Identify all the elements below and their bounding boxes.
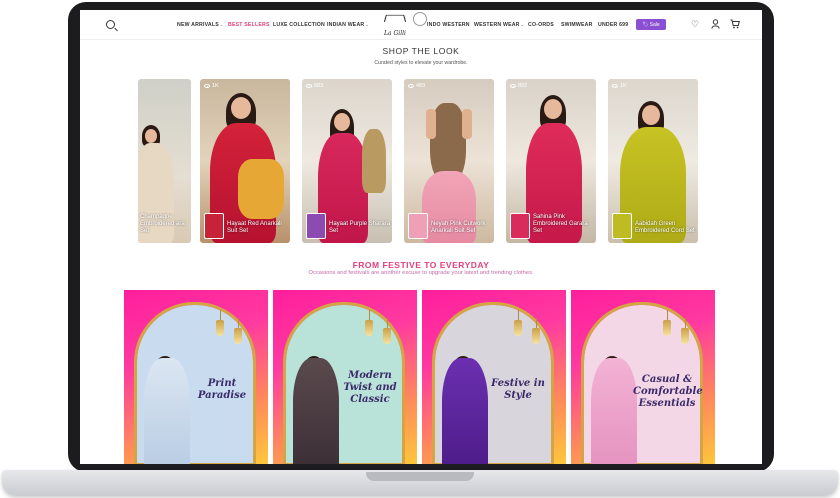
cart-icon[interactable]: [730, 19, 740, 29]
heart-icon[interactable]: ♡: [690, 19, 700, 29]
reel-card[interactable]: 1K Hayaat Red Anarkali Suit Set: [200, 79, 290, 243]
site-header: NEW ARRIVALS⌄ BEST SELLERS LUXE COLLECTI…: [80, 10, 762, 40]
view-count: 483: [408, 83, 425, 89]
lantern-icon: [383, 318, 391, 344]
sale-button[interactable]: 🏷 Sale: [636, 19, 666, 30]
sale-label: Sale: [649, 21, 660, 28]
nav-western-wear[interactable]: WESTERN WEAR⌄: [474, 22, 524, 28]
search-icon[interactable]: [106, 20, 115, 29]
lantern-icon: [365, 310, 373, 336]
lantern-icon: [216, 310, 224, 336]
nav-indian-wear[interactable]: INDIAN WEAR⌄: [327, 22, 369, 28]
nav-luxe-collection[interactable]: LUXE COLLECTION: [273, 22, 325, 28]
reel-caption: Hayaat Purple Sharara Set: [329, 221, 391, 234]
eye-icon: [204, 84, 210, 88]
eye-icon: [510, 84, 516, 88]
view-count: 1K: [204, 83, 219, 89]
collection-card[interactable]: Festive in Style: [422, 290, 566, 464]
reel-caption: Champagne Embroidered ara Set: [140, 214, 185, 234]
nav-swimwear[interactable]: SWIMWEAR: [561, 22, 593, 28]
collection-title: Casual & Comfortable Essentials: [633, 374, 703, 409]
tag-icon: 🏷: [642, 21, 649, 28]
eye-icon: [612, 84, 618, 88]
collection-card[interactable]: Casual & Comfortable Essentials: [571, 290, 715, 464]
view-count: 892: [510, 83, 527, 89]
collection-card[interactable]: Print Paradise: [124, 290, 268, 464]
view-count-value: 892: [518, 83, 528, 89]
nav-under-699[interactable]: UNDER 699: [598, 22, 628, 28]
view-count: 1K: [612, 83, 627, 89]
festive-title: FROM FESTIVE TO EVERYDAY: [352, 260, 490, 270]
view-count: 683: [306, 83, 323, 89]
chevron-down-icon: ⌄: [219, 22, 224, 27]
nav-co-ords[interactable]: CO-ORDS: [528, 22, 554, 28]
brand-logo[interactable]: La Gilli: [380, 14, 410, 37]
eye-icon: [408, 84, 414, 88]
lantern-icon: [663, 310, 671, 336]
lantern-icon: [681, 318, 689, 344]
nav-label: INDIAN WEAR: [327, 22, 365, 28]
view-count-value: 483: [416, 83, 426, 89]
laptop-notch: [366, 472, 474, 481]
festive-subtitle: Occasions and festivals are another excu…: [308, 270, 534, 276]
shop-the-look-subtitle: Curated styles to elevate your wardrobe.: [374, 60, 468, 66]
reel-caption: Neyah Pink Cutwork Anarkali Suit Set: [431, 221, 486, 234]
reel-card[interactable]: 683 Hayaat Purple Sharara Set: [302, 79, 392, 243]
nav-label: NEW ARRIVALS: [177, 22, 219, 28]
lantern-icon: [532, 318, 540, 344]
hanger-icon: [383, 14, 407, 22]
chevron-down-icon: ⌄: [520, 22, 525, 27]
nav-new-arrivals[interactable]: NEW ARRIVALS⌄: [177, 22, 223, 28]
browser-screen: NEW ARRIVALS⌄ BEST SELLERS LUXE COLLECTI…: [80, 10, 762, 464]
view-count-value: 1K: [212, 83, 219, 89]
lantern-icon: [234, 318, 242, 344]
nav-label: WESTERN WEAR: [474, 22, 520, 28]
view-count-value: 1K: [620, 83, 627, 89]
camera-notch: [413, 12, 427, 26]
reel-card[interactable]: 892 Sahina Pink Embroidered Garara Set: [506, 79, 596, 243]
product-thumbnail[interactable]: [612, 213, 632, 239]
product-thumbnail[interactable]: [204, 213, 224, 239]
reel-caption: Hayaat Red Anarkali Suit Set: [227, 221, 282, 234]
nav-best-sellers[interactable]: BEST SELLERS: [228, 22, 270, 28]
collection-title: Festive in Style: [491, 378, 545, 401]
collection-card[interactable]: Modern Twist and Classic: [273, 290, 417, 464]
lantern-icon: [514, 310, 522, 336]
product-thumbnail[interactable]: [306, 213, 326, 239]
nav-indo-western[interactable]: INDO WESTERN: [427, 22, 470, 28]
reel-card[interactable]: Champagne Embroidered ara Set: [138, 79, 191, 243]
logo-text: La Gilli: [384, 30, 406, 37]
chevron-down-icon: ⌄: [365, 22, 369, 27]
reel-card[interactable]: 483 Neyah Pink Cutwork Anarkali Suit Set: [404, 79, 494, 243]
user-icon[interactable]: [710, 19, 720, 29]
reel-caption: Aabidah Green Embroidered Cord Set: [635, 221, 695, 234]
product-thumbnail[interactable]: [408, 213, 428, 239]
eye-icon: [306, 84, 312, 88]
shop-the-look-title: SHOP THE LOOK: [382, 46, 460, 56]
collection-title: Modern Twist and Classic: [343, 370, 397, 405]
collection-title: Print Paradise: [197, 378, 247, 401]
view-count-value: 683: [314, 83, 324, 89]
reel-caption: Sahina Pink Embroidered Garara Set: [533, 214, 588, 234]
product-thumbnail[interactable]: [510, 213, 530, 239]
reel-card[interactable]: 1K Aabidah Green Embroidered Cord Set: [608, 79, 698, 243]
